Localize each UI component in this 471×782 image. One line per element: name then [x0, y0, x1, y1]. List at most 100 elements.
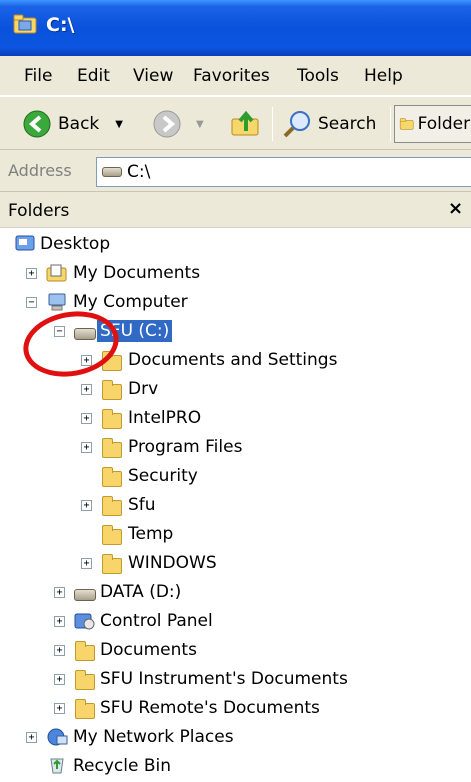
- expand-plus-icon[interactable]: +: [81, 500, 92, 511]
- expand-plus-icon[interactable]: +: [54, 616, 65, 627]
- collapse-minus-icon[interactable]: −: [26, 297, 37, 308]
- expand-plus-icon[interactable]: +: [26, 268, 37, 279]
- menu-bar: File Edit View Favorites Tools Help: [0, 56, 471, 96]
- tree-item-temp[interactable]: Temp: [0, 520, 471, 548]
- forward-dropdown-icon[interactable]: ▼: [196, 119, 204, 130]
- tree-label: Security: [128, 466, 198, 486]
- drive-icon: [74, 589, 96, 601]
- back-arrow-icon: [23, 110, 51, 138]
- folders-pane-title: Folders: [8, 201, 70, 221]
- folder-icon: [75, 670, 95, 690]
- folder-icon: [102, 554, 122, 574]
- tree-item-my-network-places[interactable]: + My Network Places: [0, 723, 471, 751]
- expand-plus-icon[interactable]: +: [54, 587, 65, 598]
- folder-icon: [102, 525, 122, 545]
- tree-item-documents[interactable]: + Documents: [0, 636, 471, 664]
- tree-label: DATA (D:): [100, 582, 182, 602]
- my-documents-icon: [46, 264, 67, 282]
- toolbar: Back ▼ ▼ Search Folders: [0, 96, 471, 150]
- tree-label: Drv: [128, 379, 159, 399]
- tree-label: Desktop: [40, 234, 111, 254]
- folder-icon: [102, 438, 122, 458]
- tree-label: Documents: [100, 640, 197, 660]
- tree-item-security[interactable]: Security: [0, 462, 471, 490]
- toolbar-separator: [272, 107, 273, 141]
- address-input[interactable]: C:\: [96, 157, 471, 187]
- folder-window-icon: [13, 14, 37, 34]
- tree-label: My Network Places: [73, 727, 234, 747]
- tree-item-drv[interactable]: + Drv: [0, 375, 471, 403]
- folder-icon: [75, 699, 95, 719]
- tree-item-my-documents[interactable]: + My Documents: [0, 259, 471, 287]
- network-places-icon: [47, 728, 68, 746]
- search-button[interactable]: Search: [282, 105, 376, 143]
- tree-label: IntelPRO: [128, 408, 202, 428]
- tree-label: Program Files: [128, 437, 243, 457]
- expand-plus-icon[interactable]: +: [81, 413, 92, 424]
- expand-plus-icon[interactable]: +: [54, 703, 65, 714]
- tree-label: My Computer: [73, 292, 188, 312]
- tree-label: Temp: [128, 524, 174, 544]
- tree-item-windows[interactable]: + WINDOWS: [0, 549, 471, 577]
- folder-icon: [102, 496, 122, 516]
- drive-icon: [102, 167, 122, 177]
- menu-help[interactable]: Help: [364, 66, 403, 86]
- control-panel-icon: [74, 613, 95, 630]
- tree-label: SFU Instrument's Documents: [100, 669, 348, 689]
- tree-item-sfu[interactable]: + Sfu: [0, 491, 471, 519]
- tree-label: Documents and Settings: [128, 350, 338, 370]
- address-bar: Address C:\: [0, 150, 471, 192]
- folders-button[interactable]: Folders: [394, 105, 471, 143]
- back-button[interactable]: Back ▼: [22, 105, 123, 143]
- forward-arrow-icon: [153, 110, 181, 138]
- tree-item-sfu-remote-documents[interactable]: + SFU Remote's Documents: [0, 694, 471, 722]
- search-label: Search: [318, 114, 377, 134]
- back-label: Back: [58, 114, 100, 134]
- toolbar-separator: [390, 107, 391, 141]
- window-title: C:\: [46, 14, 75, 36]
- tree-item-control-panel[interactable]: + Control Panel: [0, 607, 471, 635]
- expand-plus-icon[interactable]: +: [26, 732, 37, 743]
- folders-label: Folders: [417, 114, 471, 134]
- folders-pane-header: Folders ×: [0, 192, 471, 228]
- menu-file[interactable]: File: [24, 66, 52, 86]
- menu-view[interactable]: View: [133, 66, 173, 86]
- tree-label: Sfu: [128, 495, 156, 515]
- close-icon[interactable]: ×: [448, 198, 463, 219]
- folder-icon: [102, 380, 122, 400]
- tree-label: Control Panel: [100, 611, 213, 631]
- tree-label: Recycle Bin: [73, 756, 172, 776]
- tree-item-program-files[interactable]: + Program Files: [0, 433, 471, 461]
- folders-icon: [399, 118, 414, 130]
- up-folder-button[interactable]: [230, 105, 262, 143]
- expand-plus-icon[interactable]: +: [81, 384, 92, 395]
- folder-icon: [102, 467, 122, 487]
- tree-item-recycle-bin[interactable]: Recycle Bin: [0, 752, 471, 780]
- tree-item-sfu-instrument-documents[interactable]: + SFU Instrument's Documents: [0, 665, 471, 693]
- tree-item-desktop[interactable]: Desktop: [0, 230, 471, 258]
- title-bar[interactable]: C:\: [0, 0, 471, 56]
- menu-favorites[interactable]: Favorites: [193, 66, 270, 86]
- up-folder-icon: [231, 110, 259, 136]
- recycle-bin-icon: [50, 758, 64, 774]
- desktop-icon: [15, 235, 35, 251]
- address-value: C:\: [127, 162, 151, 182]
- tree-label: SFU Remote's Documents: [100, 698, 320, 718]
- menu-edit[interactable]: Edit: [77, 66, 110, 86]
- my-computer-icon: [48, 293, 66, 311]
- folder-icon: [102, 409, 122, 429]
- search-icon: [283, 111, 310, 138]
- tree-label: WINDOWS: [128, 553, 217, 573]
- expand-plus-icon[interactable]: +: [81, 558, 92, 569]
- folder-icon: [75, 641, 95, 661]
- expand-plus-icon[interactable]: +: [81, 442, 92, 453]
- menu-tools[interactable]: Tools: [297, 66, 339, 86]
- expand-plus-icon[interactable]: +: [54, 674, 65, 685]
- forward-button[interactable]: ▼: [152, 105, 204, 143]
- address-label: Address: [8, 161, 72, 180]
- tree-label: My Documents: [73, 263, 201, 283]
- tree-item-intelpro[interactable]: + IntelPRO: [0, 404, 471, 432]
- expand-plus-icon[interactable]: +: [54, 645, 65, 656]
- back-dropdown-icon[interactable]: ▼: [115, 119, 123, 130]
- tree-item-data-d[interactable]: + DATA (D:): [0, 578, 471, 606]
